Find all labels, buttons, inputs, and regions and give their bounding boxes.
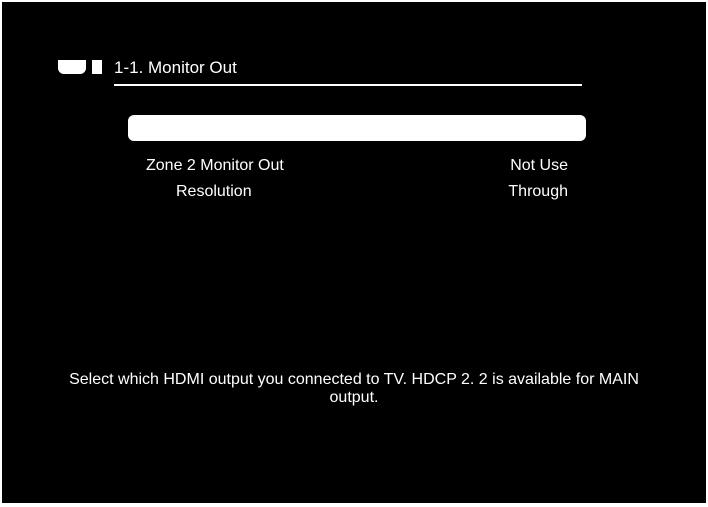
logo-shape-left bbox=[58, 60, 86, 74]
screen-header: 1-1. Monitor Out bbox=[58, 58, 650, 86]
page-title: 1-1. Monitor Out bbox=[114, 58, 650, 84]
logo-shape-right bbox=[92, 60, 102, 74]
setting-label: Zone 2 Monitor Out bbox=[146, 157, 284, 175]
settings-list: Zone 2 Monitor Out Not Use Resolution Th… bbox=[128, 115, 586, 205]
av-logo bbox=[58, 60, 102, 74]
setting-value: Not Use bbox=[510, 157, 568, 175]
help-text: Select which HDMI output you connected t… bbox=[3, 371, 705, 407]
setting-row-zone2-monitor-out[interactable]: Zone 2 Monitor Out Not Use bbox=[128, 153, 586, 179]
setting-value: Through bbox=[508, 183, 568, 201]
title-block: 1-1. Monitor Out bbox=[114, 58, 650, 86]
selected-row-highlight[interactable] bbox=[128, 115, 586, 141]
title-underline bbox=[114, 84, 582, 86]
setting-row-resolution[interactable]: Resolution Through bbox=[128, 179, 586, 205]
settings-screen: 1-1. Monitor Out Zone 2 Monitor Out Not … bbox=[2, 2, 706, 503]
setting-label: Resolution bbox=[146, 183, 252, 201]
